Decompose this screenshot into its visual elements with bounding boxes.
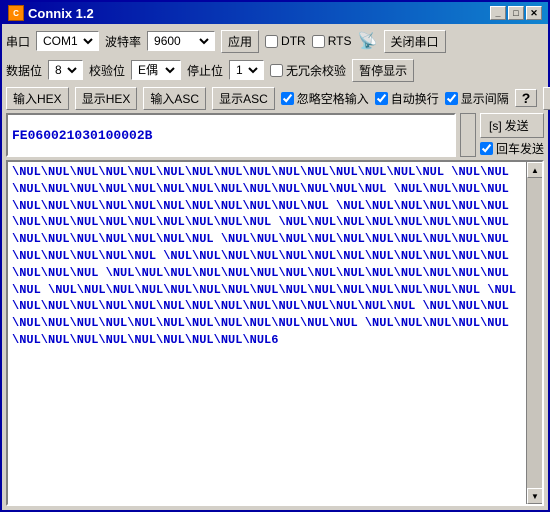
show-interval-checkbox[interactable]: [445, 92, 458, 105]
input-hex-button[interactable]: 输入HEX: [6, 87, 69, 110]
auto-wrap-label: 自动换行: [391, 90, 439, 107]
auto-wrap-checkbox-area: 自动换行: [375, 90, 439, 107]
stopbits-select[interactable]: 1 2: [229, 60, 264, 80]
carriage-return-checkbox[interactable]: [480, 142, 493, 155]
port-select[interactable]: COM1 COM2 COM3: [36, 31, 99, 51]
apply-button[interactable]: 应用: [221, 30, 259, 53]
noparity-checkbox[interactable]: [270, 64, 283, 77]
close-port-button[interactable]: 关闭串口: [384, 30, 446, 53]
input-asc-button[interactable]: 输入ASC: [143, 87, 206, 110]
databits-select[interactable]: 8 7: [48, 60, 83, 80]
databits-label: 数据位: [6, 62, 42, 79]
carriage-return-area: 回车发送: [480, 140, 544, 157]
title-controls: _ □ ✕: [490, 6, 542, 20]
scroll-track[interactable]: [527, 178, 542, 488]
input-scrollbar[interactable]: [460, 113, 476, 157]
window-title: Connix 1.2: [28, 6, 94, 21]
send-button[interactable]: [s] 发送: [480, 113, 544, 138]
scroll-down-button[interactable]: ▼: [527, 488, 543, 504]
title-bar-left: C Connix 1.2: [8, 5, 94, 21]
rts-label: RTS: [328, 34, 352, 48]
output-area: \NUL\NUL\NUL\NUL\NUL\NUL\NUL\NUL\NUL\NUL…: [6, 160, 544, 506]
scroll-up-button[interactable]: ▲: [527, 162, 543, 178]
row-databits-parity: 数据位 8 7 校验位 E偶 N无 O奇 停止位 1 2: [6, 57, 544, 83]
ignore-space-checkbox-area: 忽略空格输入: [281, 90, 369, 107]
parity-select[interactable]: E偶 N无 O奇: [131, 60, 181, 80]
rts-checkbox-area: RTS: [312, 34, 352, 48]
send-column: [s] 发送 回车发送: [480, 113, 544, 157]
carriage-return-label: 回车发送: [496, 140, 544, 157]
noparity-label: 无冗余校验: [286, 62, 346, 79]
port-select-input[interactable]: COM1 COM2 COM3: [39, 33, 96, 49]
rts-checkbox[interactable]: [312, 35, 325, 48]
output-scrollbar[interactable]: ▲ ▼: [526, 162, 542, 504]
help-button[interactable]: ?: [515, 89, 538, 107]
close-window-button[interactable]: ✕: [526, 6, 542, 20]
row-port-baud: 串口 COM1 COM2 COM3 波特率 9600 19200 115200 …: [6, 28, 544, 54]
input-send-row: [s] 发送 回车发送: [6, 113, 544, 157]
dtr-checkbox-area: DTR: [265, 34, 306, 48]
hex-input-field[interactable]: [6, 113, 456, 157]
pause-display-button[interactable]: 暂停显示: [352, 59, 414, 82]
auto-wrap-checkbox[interactable]: [375, 92, 388, 105]
maximize-button[interactable]: □: [508, 6, 524, 20]
row-input-display: 输入HEX 显示HEX 输入ASC 显示ASC 忽略空格输入 自动换行 显示间隔…: [6, 86, 544, 110]
dtr-label: DTR: [281, 34, 306, 48]
show-hex-button[interactable]: 显示HEX: [75, 87, 138, 110]
content-area: 串口 COM1 COM2 COM3 波特率 9600 19200 115200 …: [2, 24, 548, 510]
send-btn-prefix: [s]: [489, 119, 502, 133]
app-icon: C: [8, 5, 24, 21]
show-asc-button[interactable]: 显示ASC: [212, 87, 275, 110]
stopbits-select-input[interactable]: 1 2: [232, 62, 261, 78]
baud-select-input[interactable]: 9600 19200 115200: [150, 33, 212, 49]
databits-select-input[interactable]: 8 7: [51, 62, 80, 78]
stopbits-label: 停止位: [187, 62, 223, 79]
ignore-space-label: 忽略空格输入: [297, 90, 369, 107]
clear-display-button[interactable]: 清除显示: [543, 87, 550, 110]
output-text: \NUL\NUL\NUL\NUL\NUL\NUL\NUL\NUL\NUL\NUL…: [8, 162, 526, 504]
title-bar: C Connix 1.2 _ □ ✕: [2, 2, 548, 24]
parity-select-input[interactable]: E偶 N无 O奇: [134, 62, 178, 78]
antenna-icon: 📡: [358, 31, 378, 51]
dtr-checkbox[interactable]: [265, 35, 278, 48]
baud-select[interactable]: 9600 19200 115200: [147, 31, 215, 51]
main-window: C Connix 1.2 _ □ ✕ 串口 COM1 COM2 COM3 波特率: [0, 0, 550, 512]
send-btn-label: 发送: [505, 117, 529, 134]
baud-label: 波特率: [105, 33, 141, 50]
noparity-checkbox-area: 无冗余校验: [270, 62, 346, 79]
port-label: 串口: [6, 33, 30, 50]
minimize-button[interactable]: _: [490, 6, 506, 20]
ignore-space-checkbox[interactable]: [281, 92, 294, 105]
parity-label: 校验位: [89, 62, 125, 79]
show-interval-label: 显示间隔: [461, 90, 509, 107]
show-interval-checkbox-area: 显示间隔: [445, 90, 509, 107]
